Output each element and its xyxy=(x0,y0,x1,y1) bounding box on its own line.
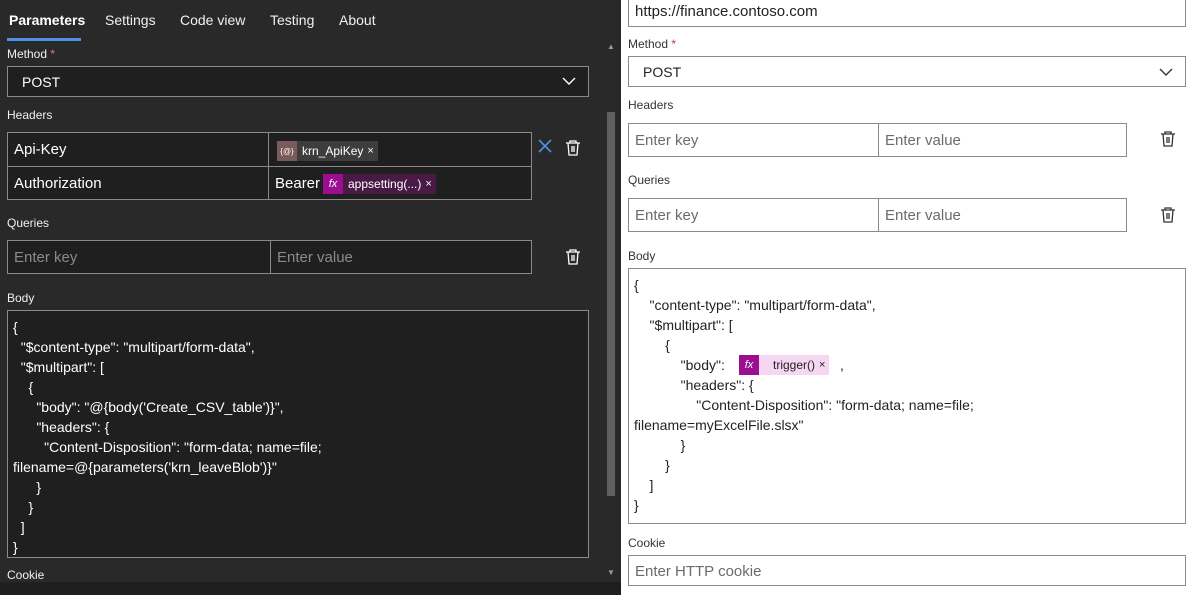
tab-parameters[interactable]: Parameters xyxy=(9,12,85,28)
left-panel-dark: Parameters Settings Code view Testing Ab… xyxy=(0,0,621,595)
expression-token-text: trigger() xyxy=(773,358,816,372)
tab-testing[interactable]: Testing xyxy=(270,12,314,28)
active-tab-indicator xyxy=(7,38,81,41)
query-key-input[interactable]: Enter key xyxy=(628,198,879,232)
fx-icon: fx xyxy=(739,355,759,375)
placeholder-text: Enter key xyxy=(635,207,699,224)
delete-icon[interactable] xyxy=(564,139,582,157)
tab-about[interactable]: About xyxy=(339,12,376,28)
tab-settings[interactable]: Settings xyxy=(105,12,156,28)
cookie-label: Cookie xyxy=(7,568,45,582)
queries-label: Queries xyxy=(7,216,50,230)
header-key-text: Api-Key xyxy=(14,141,67,158)
code-line: "$content-type": "multipart/form-data", xyxy=(13,339,255,355)
expression-token-text: appsetting(...) xyxy=(348,177,422,191)
code-line: "body": "@{body('Create_CSV_table')}", xyxy=(13,399,284,415)
body-label: Body xyxy=(628,249,656,263)
code-line: filename=myExcelFile.slsx" xyxy=(634,417,804,433)
uri-input[interactable]: https://finance.contoso.com xyxy=(628,0,1186,27)
code-line: "$multipart": [ xyxy=(13,359,104,375)
placeholder-text: Enter HTTP cookie xyxy=(635,563,762,580)
header-value-input[interactable]: Bearer fx appsetting(...) × xyxy=(268,166,532,200)
bottom-edge xyxy=(0,582,621,595)
close-icon[interactable]: × xyxy=(819,359,829,371)
scroll-up-icon[interactable]: ▲ xyxy=(607,42,615,51)
cookie-input[interactable]: Enter HTTP cookie xyxy=(628,555,1186,586)
code-line: "headers": { xyxy=(634,377,754,393)
header-value-text: Bearer xyxy=(275,175,321,192)
code-line: ] xyxy=(634,477,654,493)
method-value: POST xyxy=(22,74,61,90)
cookie-label: Cookie xyxy=(628,536,666,550)
headers-label: Headers xyxy=(628,98,674,112)
body-editor[interactable]: { "content-type": "multipart/form-data",… xyxy=(628,268,1186,524)
code-line: } xyxy=(634,457,670,473)
method-label: Method * xyxy=(7,47,56,61)
code-line: "body": xyxy=(634,357,725,373)
delete-icon[interactable] xyxy=(564,248,582,266)
uri-value: https://finance.contoso.com xyxy=(635,3,818,20)
query-value-input[interactable]: Enter value xyxy=(878,198,1127,232)
code-line: { xyxy=(634,277,639,293)
header-value-input[interactable]: {@} krn_ApiKey × xyxy=(268,132,532,167)
code-line: } xyxy=(634,437,686,453)
code-line: } xyxy=(634,497,639,513)
fx-icon: fx xyxy=(323,174,343,194)
method-select[interactable]: POST xyxy=(7,66,589,97)
code-line: ] xyxy=(13,519,25,535)
placeholder-text: Enter value xyxy=(885,207,961,224)
queries-label: Queries xyxy=(628,173,671,187)
body-label: Body xyxy=(7,291,35,305)
code-line: { xyxy=(13,379,34,395)
header-key-text: Authorization xyxy=(14,175,102,192)
header-key-input[interactable]: Api-Key xyxy=(7,132,269,167)
headers-label: Headers xyxy=(7,108,53,122)
query-value-input[interactable]: Enter value xyxy=(270,240,532,274)
code-line: { xyxy=(13,319,18,335)
expression-token[interactable]: fx trigger() × xyxy=(739,355,830,375)
code-line: "headers": { xyxy=(13,419,110,435)
method-label: Method * xyxy=(628,37,677,51)
expression-token[interactable]: fx appsetting(...) × xyxy=(323,174,436,194)
right-panel-light: https://finance.contoso.com Method * POS… xyxy=(621,0,1200,595)
scrollbar-thumb[interactable] xyxy=(607,112,615,496)
comma-text: , xyxy=(840,357,844,373)
parameter-icon: {@} xyxy=(277,141,297,161)
code-line: "Content-Disposition": "form-data; name=… xyxy=(13,439,322,455)
placeholder-text: Enter key xyxy=(635,132,699,149)
code-line: filename=@{parameters('krn_leaveBlob')}" xyxy=(13,459,277,475)
body-editor[interactable]: { "$content-type": "multipart/form-data"… xyxy=(7,310,589,558)
code-line: } xyxy=(13,499,34,515)
placeholder-text: Enter value xyxy=(885,132,961,149)
param-token[interactable]: {@} krn_ApiKey × xyxy=(277,141,378,161)
header-key-input[interactable]: Authorization xyxy=(7,166,269,200)
chevron-down-icon xyxy=(1159,68,1173,76)
tab-bar: Parameters Settings Code view Testing Ab… xyxy=(0,0,600,42)
method-value: POST xyxy=(643,64,682,80)
vertical-scrollbar[interactable]: ▲ ▼ xyxy=(604,42,618,582)
close-icon[interactable]: × xyxy=(425,178,435,190)
method-select[interactable]: POST xyxy=(628,56,1186,87)
close-icon[interactable] xyxy=(536,137,554,155)
placeholder-text: Enter key xyxy=(14,249,78,266)
code-line: "Content-Disposition": "form-data; name=… xyxy=(634,397,974,413)
placeholder-text: Enter value xyxy=(277,249,353,266)
query-key-input[interactable]: Enter key xyxy=(7,240,271,274)
code-line: "content-type": "multipart/form-data", xyxy=(634,297,876,313)
code-line: { xyxy=(634,337,670,353)
header-value-input[interactable]: Enter value xyxy=(878,123,1127,157)
close-icon[interactable]: × xyxy=(367,145,377,157)
delete-icon[interactable] xyxy=(1159,206,1177,224)
code-line: } xyxy=(13,539,18,555)
chevron-down-icon xyxy=(562,77,576,85)
header-key-input[interactable]: Enter key xyxy=(628,123,879,157)
scroll-down-icon[interactable]: ▼ xyxy=(607,568,615,577)
param-token-text: krn_ApiKey xyxy=(302,144,364,158)
delete-icon[interactable] xyxy=(1159,130,1177,148)
code-line: "$multipart": [ xyxy=(634,317,733,333)
tab-code-view[interactable]: Code view xyxy=(180,12,245,28)
code-line: } xyxy=(13,479,42,495)
